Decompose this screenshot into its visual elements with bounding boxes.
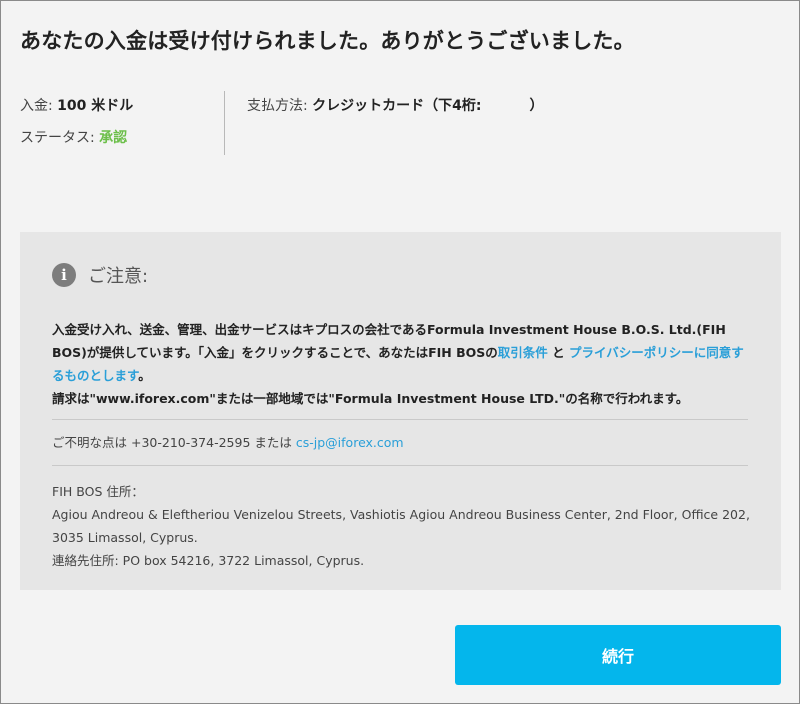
address-label: FIH BOS 住所： [52,484,144,499]
company-address: FIH BOS 住所： Agiou Andreou & Eleftheriou … [52,480,752,572]
contact-address: 連絡先住所: PO box 54216, 3722 Limassol, Cypr… [52,553,365,568]
page-title: あなたの入金は受け付けられました。ありがとうございました。 [20,29,635,53]
deposit-label: 入金: [20,98,53,114]
payment-method-label: 支払方法: [247,98,308,114]
payment-method-value: クレジットカード（下4桁: [312,98,482,114]
status-badge: 承認 [99,130,128,146]
notice-text-2: 。 [138,368,151,383]
deposit-summary: 入金: 100 米ドル ステータス: 承認 [20,96,133,148]
address-line: Agiou Andreou & Eleftheriou Venizelou St… [52,507,750,545]
status-label: ステータス: [20,130,95,146]
deposit-amount-row: 入金: 100 米ドル [20,96,133,116]
notice-panel: i ご注意: 入金受け入れ、送金、管理、出金サービスはキプロスの会社であるFor… [20,232,781,590]
payment-summary: 支払方法: クレジットカード（下4桁: ） [247,96,544,116]
contact-text: ご不明な点は +30-210-374-2595 または [52,435,296,450]
info-icon: i [52,263,76,287]
continue-button[interactable]: 続行 [455,625,781,685]
contact-line: ご不明な点は +30-210-374-2595 または cs-jp@iforex… [52,432,404,451]
notice-divider-2 [52,465,748,466]
support-email-link[interactable]: cs-jp@iforex.com [296,435,404,450]
status-row: ステータス: 承認 [20,128,133,148]
notice-title: ご注意: [88,266,149,287]
terms-link[interactable]: 取引条件 [498,345,548,360]
notice-header: i ご注意: [52,262,148,288]
payment-method-close: ） [529,98,544,114]
payment-method-row: 支払方法: クレジットカード（下4桁: ） [247,96,544,116]
billing-note: 請求は"www.iforex.com"または一部地域では"Formula Inv… [52,391,689,406]
confirmation-dialog: あなたの入金は受け付けられました。ありがとうございました。 入金: 100 米ド… [0,0,800,704]
notice-text: 入金受け入れ、送金、管理、出金サービスはキプロスの会社であるFormula In… [52,318,752,410]
notice-divider-1 [52,419,748,420]
summary-divider [224,91,225,155]
notice-and: と [547,345,570,360]
deposit-value: 100 米ドル [57,98,134,114]
